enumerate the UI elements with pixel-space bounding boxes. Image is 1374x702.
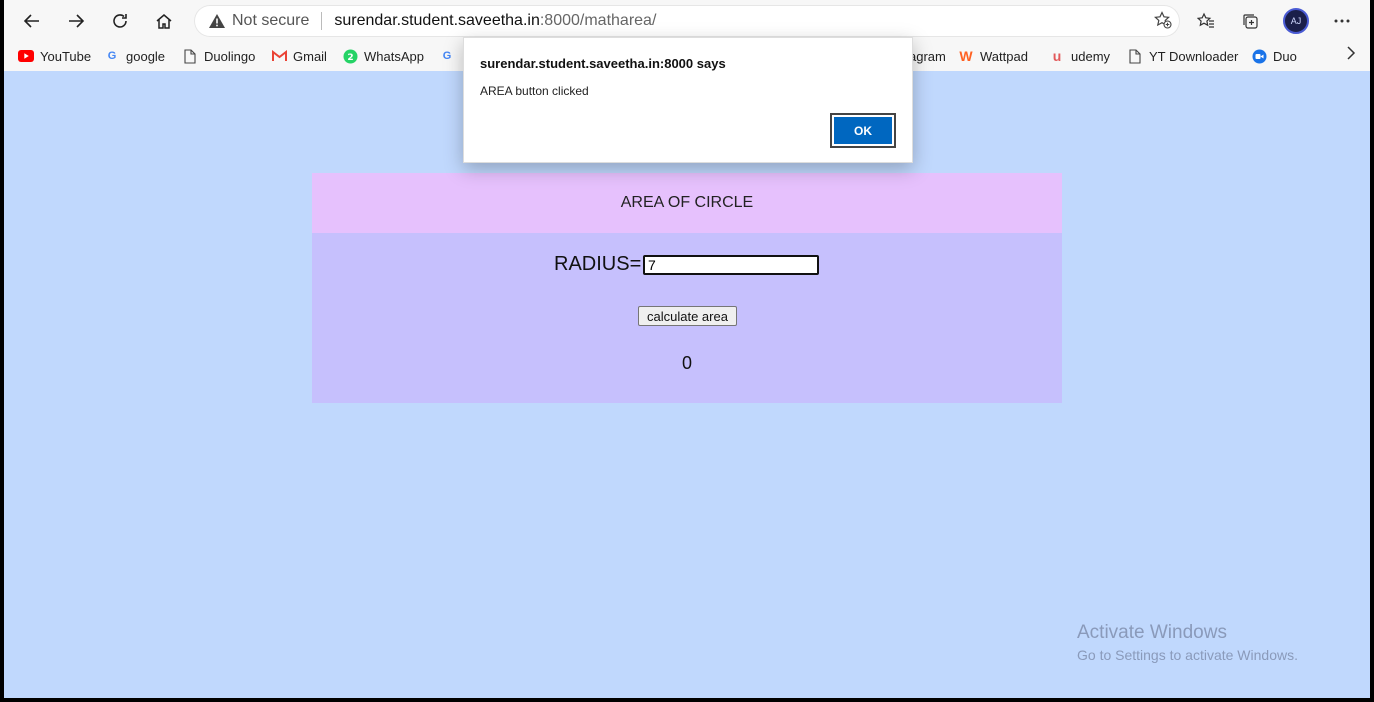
bookmark-wattpad[interactable]: W Wattpad: [958, 46, 1028, 66]
browser-window: Not secure surendar.student.saveetha.in:…: [4, 0, 1370, 698]
google-icon: G: [107, 50, 117, 62]
profile-button[interactable]: AJ: [1280, 6, 1312, 36]
bookmark-label: google: [126, 48, 166, 64]
avatar: AJ: [1283, 8, 1309, 34]
bookmark-label: Gmail: [293, 48, 327, 64]
dialog-title: surendar.student.saveetha.in:8000 says: [480, 56, 726, 71]
bookmark-duolingo[interactable]: Duolingo: [182, 46, 255, 66]
collections-icon[interactable]: [1234, 6, 1266, 36]
activate-windows-watermark: Activate Windows Go to Settings to activ…: [1077, 622, 1298, 663]
add-favorite-icon[interactable]: [1154, 11, 1172, 34]
area-card: AREA OF CIRCLE RADIUS= calculate area 0: [312, 173, 1062, 403]
udemy-icon: u: [1052, 48, 1062, 64]
more-menu-icon[interactable]: [1326, 6, 1358, 36]
forward-icon[interactable]: [60, 6, 92, 36]
google-icon: G: [442, 50, 452, 62]
url-path: :8000/matharea/: [539, 12, 657, 29]
bookmark-label: YT Downloader: [1149, 48, 1239, 64]
bookmark-label: agram: [909, 48, 946, 64]
bookmark-label: Duo: [1273, 48, 1297, 64]
watermark-subtitle: Go to Settings to activate Windows.: [1077, 647, 1298, 663]
svg-text:2: 2: [347, 53, 353, 63]
radius-label: RADIUS=: [554, 253, 642, 275]
duo-icon: [1251, 48, 1267, 64]
bookmark-duo[interactable]: Duo: [1251, 46, 1297, 66]
dialog-message: AREA button clicked: [480, 84, 589, 98]
browser-toolbar: Not secure surendar.student.saveetha.in:…: [4, 0, 1370, 42]
favorites-icon[interactable]: [1190, 6, 1222, 36]
bookmark-label: udemy: [1071, 48, 1111, 64]
page-icon: [182, 48, 198, 64]
bookmark-instagram[interactable]: agram: [909, 46, 946, 66]
url-host: surendar.student.saveetha.in: [334, 12, 540, 29]
alert-dialog: surendar.student.saveetha.in:8000 says A…: [463, 37, 913, 163]
home-icon[interactable]: [148, 6, 180, 36]
warning-icon: [208, 13, 226, 29]
bookmark-label: YouTube: [40, 48, 92, 64]
back-icon[interactable]: [16, 6, 48, 36]
whatsapp-icon: 2: [342, 48, 358, 64]
page-content: AREA OF CIRCLE RADIUS= calculate area 0 …: [4, 71, 1370, 698]
bookmark-udemy[interactable]: u udemy: [1049, 46, 1110, 66]
bookmark-google-2[interactable]: G: [439, 46, 461, 66]
address-divider: [321, 12, 323, 30]
bookmark-label: Duolingo: [204, 48, 256, 64]
area-result: 0: [681, 353, 692, 373]
bookmark-whatsapp[interactable]: 2 WhatsApp: [342, 46, 424, 66]
address-bar[interactable]: Not secure surendar.student.saveetha.in:…: [194, 5, 1180, 37]
radius-input[interactable]: [643, 255, 819, 275]
page-title: AREA OF CIRCLE: [312, 173, 1062, 233]
calculator-form: RADIUS= calculate area 0: [312, 233, 1062, 403]
refresh-icon[interactable]: [104, 6, 136, 36]
calculate-area-button[interactable]: calculate area: [638, 306, 737, 326]
bookmark-yt-downloader[interactable]: YT Downloader: [1127, 46, 1238, 66]
bookmark-label: Wattpad: [980, 48, 1028, 64]
page-icon: [1127, 48, 1143, 64]
bookmark-google[interactable]: G google: [104, 46, 165, 66]
youtube-icon: [18, 48, 34, 64]
security-label[interactable]: Not secure: [232, 12, 309, 30]
watermark-title: Activate Windows: [1077, 622, 1227, 643]
bookmark-youtube[interactable]: YouTube: [18, 46, 91, 66]
ok-button[interactable]: OK: [830, 113, 896, 148]
bookmark-label: WhatsApp: [364, 48, 424, 64]
chevron-right-icon[interactable]: [1346, 46, 1356, 65]
wattpad-icon: W: [959, 48, 973, 64]
gmail-icon: [271, 48, 287, 64]
bookmark-gmail[interactable]: Gmail: [271, 46, 327, 66]
